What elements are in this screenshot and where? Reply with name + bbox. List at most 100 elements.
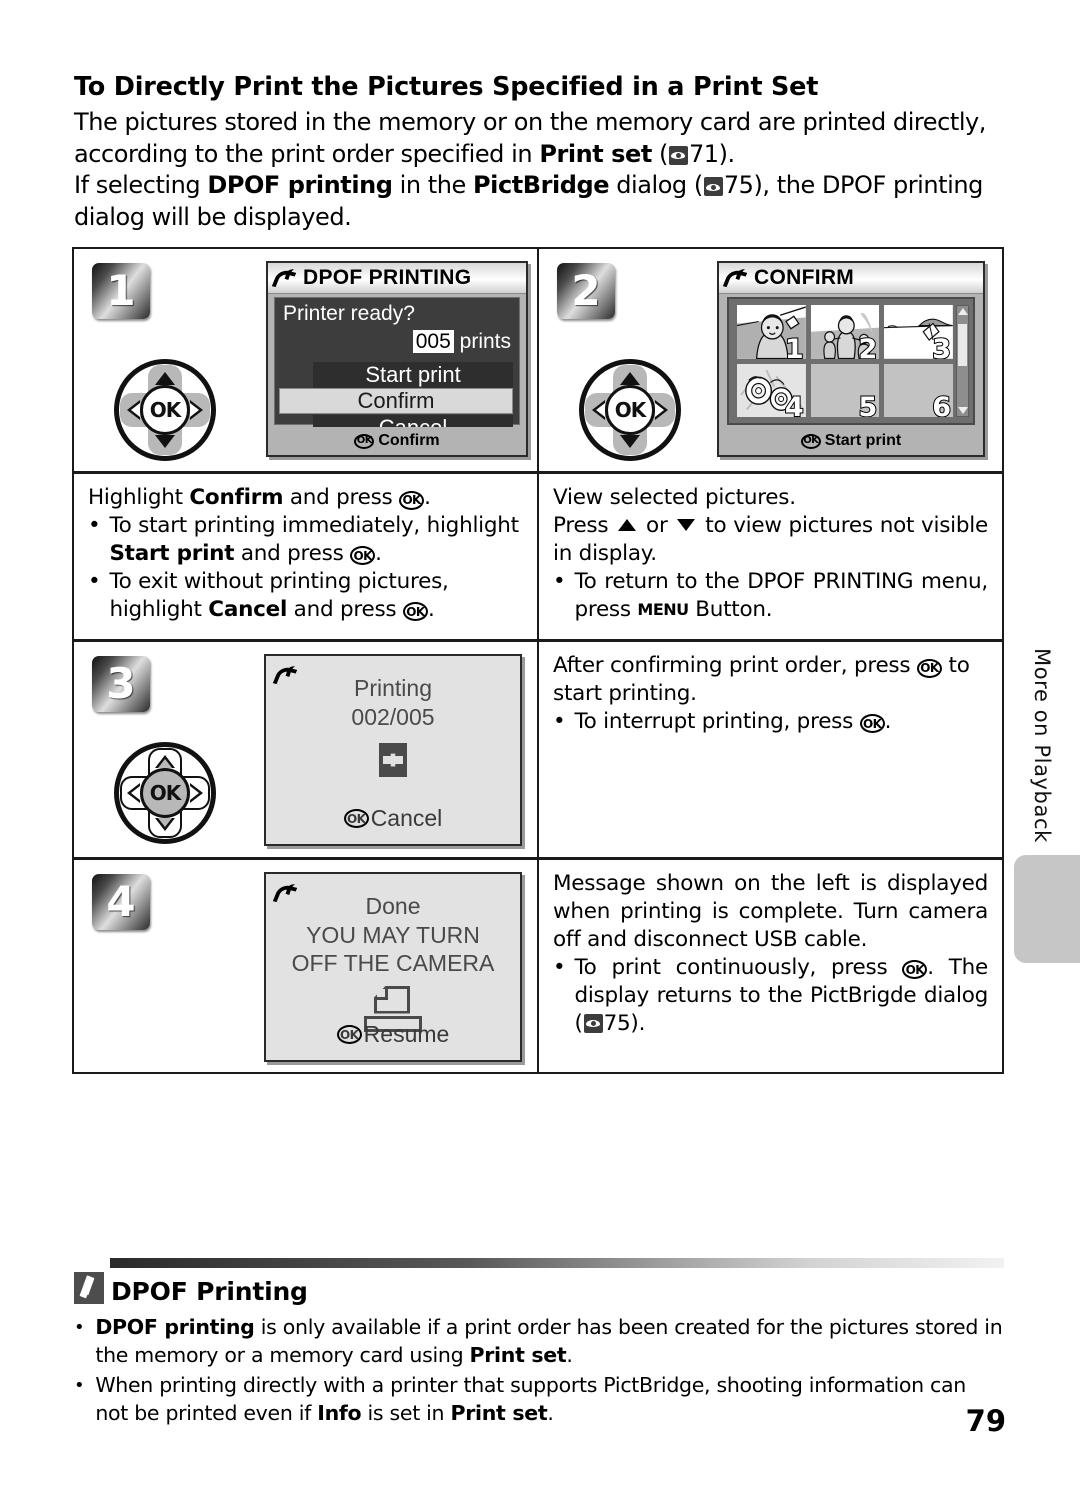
thumbnail-grid: 1 2 3 4 5 6 [737,305,953,417]
print-count-row: 005 prints [412,330,511,354]
steps-table: 1 OK DPOF PRINTING Printer ready? 005 pr… [72,247,1004,1074]
scrollbar-thumb[interactable] [958,324,967,366]
b2-bold: Cancel [208,596,288,622]
done-label: Done [365,893,421,919]
intro-paragraph-1: The pictures stored in the memory or on … [74,107,1004,170]
lcd-footer-label: Cancel [370,805,443,831]
intro-p2-bold-pictbridge: PictBridge [473,171,610,200]
lcd-title-text: CONFIRM [754,266,855,289]
bullet-dot: • [88,512,101,538]
thumbnail-6[interactable]: 6 [884,363,953,417]
pictbridge-icon [274,267,296,289]
scroll-up-arrow-icon[interactable] [957,308,968,315]
b1-d: . [375,540,382,566]
done-line-3: OFF THE CAMERA [291,950,495,977]
lead-c: and press [283,485,400,510]
ok-button-icon: OK [399,490,425,510]
lcd-screen-confirm: CONFIRM 1 2 3 4 5 6 OK Start print [717,261,985,457]
lcd-footer: OK Cancel [266,805,520,832]
hourglass-icon [379,743,407,777]
step-3-caption: After confirming print order, press OK t… [539,642,1002,857]
book-reference-icon [703,177,723,197]
b1-ref: 75). [603,1010,646,1036]
print-count-value: 005 [412,330,454,353]
step-2-lead-2: Press or to view pictures not visible in… [553,512,988,568]
step-4-caption-text: Message shown on the left is displayed w… [539,860,1002,1046]
lcd-screen-done: Done YOU MAY TURN OFF THE CAMERA OK Resu… [264,872,522,1062]
steps-row-step-4: 4 Done YOU MAY TURN OFF THE CAMERA OK Re… [74,860,1002,1072]
b1-b: . [884,708,892,734]
ok-button-icon: OK [350,546,376,566]
note-list: • DPOF printing is only available if a p… [74,1314,1004,1428]
lcd-body: Done YOU MAY TURN OFF THE CAMERA OK Resu… [266,874,520,1060]
note-item-1-body: DPOF printing is only available if a pri… [95,1314,1004,1370]
page-number: 79 [965,1404,1006,1438]
selector-right-arrow-icon [655,400,668,420]
menu-item-start-print[interactable]: Start print [313,362,513,388]
selector-ok-button: OK [140,768,190,818]
scroll-down-arrow-icon[interactable] [957,407,968,414]
b2-c: and press [287,596,403,622]
steps-row-captions: Highlight Confirm and press OK. • To sta… [74,474,1002,642]
lcd-screen-dpof-printing: DPOF PRINTING Printer ready? 005 prints … [266,261,528,457]
note-heading: DPOF Printing [74,1272,1004,1304]
intro-p1-ref: 71). [688,139,735,168]
lead-a: After confirming print order, press [553,653,917,678]
selector-ok-button: OK [605,385,655,435]
selector-left-arrow-icon [592,400,605,420]
thumbnail-4[interactable]: 4 [737,363,806,417]
intro-p2-part-a: If selecting [74,171,208,200]
side-tab-label: More on Playback [1004,620,1080,870]
printing-status: Printing 002/005 [266,674,520,777]
lead2-b: or [639,512,675,538]
thumbnail-3[interactable]: 3 [884,305,953,359]
b1-a: To print continuously, press [574,954,903,980]
step-1-lead: Highlight Confirm and press OK. [88,484,523,512]
step-2-caption-text: View selected pictures. Press or to view… [539,474,1002,632]
book-reference-icon [583,1013,603,1033]
thumbnail-5[interactable]: 5 [810,363,880,417]
note-item-2-body: When printing directly with a printer th… [95,1372,1004,1428]
selector-down-arrow-icon [155,818,175,831]
lcd-footer: OK Start print [719,427,983,455]
bullet-dot: • [74,1317,85,1338]
step-number-4: 4 [106,877,136,926]
note-1-d: . [566,1342,573,1367]
step-4-figure: 4 Done YOU MAY TURN OFF THE CAMERA OK Re… [74,860,539,1072]
selector-left-arrow-icon [127,400,140,420]
step-2-lead-1: View selected pictures. [553,485,796,510]
book-reference-icon [668,145,688,165]
selector-ok-button: OK [140,385,190,435]
thumbnail-2[interactable]: 2 [810,305,880,359]
menu-item-confirm[interactable]: Confirm [279,388,513,414]
bullet-dot: • [553,708,566,734]
intro-p2-part-c: in the [392,171,474,200]
bullet-2-body: To exit without printing pictures, highl… [109,568,523,624]
step-2-caption: View selected pictures. Press or to view… [539,474,1002,639]
lcd-body: Printing 002/005 OK Cancel [266,656,520,844]
note-2-c: is set in [361,1400,451,1425]
ok-button-icon: OK [343,809,369,828]
thumbnail-scrollbar[interactable] [956,305,969,417]
selector-up-arrow-icon [620,372,640,385]
lcd-footer-label: Confirm [378,432,440,449]
done-message: Done YOU MAY TURN OFF THE CAMERA [266,892,520,1032]
lcd-titlebar: CONFIRM [719,263,983,294]
printer-ready-text: Printer ready? [283,302,415,325]
ok-button-icon: OK [859,714,885,734]
step-3-figure: 3 OK Printing 002/005 OK Cancel [74,642,539,857]
step-1-bullet-1: • To start printing immediately, highlig… [88,512,523,568]
step-1-caption: Highlight Confirm and press OK. • To sta… [74,474,539,639]
step-3-bullet-1: • To interrupt printing, press OK. [553,708,988,736]
menu-button-icon: MENU [637,600,689,620]
thumbnail-1[interactable]: 1 [737,305,806,359]
multi-selector-1: OK [114,359,216,461]
step-3-caption-text: After confirming print order, press OK t… [539,642,1002,744]
step-4-bullet-1: • To print continuously, press OK. The d… [553,954,988,1038]
step-1-bullet-2: • To exit without printing pictures, hig… [88,568,523,624]
ok-button-icon: OK [402,602,428,622]
ok-button-icon: OK [336,1025,362,1044]
printing-label: Printing [354,675,432,701]
intro-paragraph-2: If selecting DPOF printing in the PictBr… [74,170,1004,233]
b1-b: Button. [688,596,773,622]
